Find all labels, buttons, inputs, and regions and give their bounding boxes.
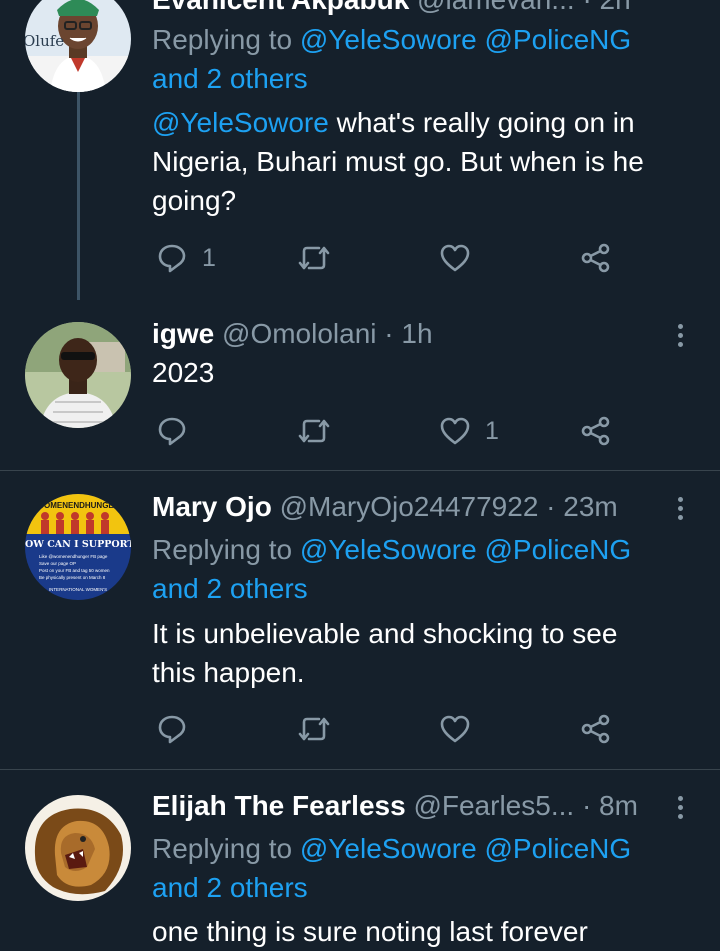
- like-button[interactable]: [439, 238, 485, 278]
- retweet-button[interactable]: [297, 709, 331, 749]
- replying-to: Replying to @YeleSowore @PoliceNG and 2 …: [152, 20, 680, 98]
- share-icon: [581, 714, 610, 744]
- tweet-3[interactable]: WOMENENDHUNGER HOW CAN I SUPPORT? Like @…: [0, 471, 720, 769]
- avatar[interactable]: WOMENENDHUNGER HOW CAN I SUPPORT? Like @…: [25, 494, 131, 600]
- replying-prefix: Replying to: [152, 534, 293, 565]
- share-icon: [581, 416, 610, 446]
- tweet-1[interactable]: Olufe Evanicent Akpabuk @iamevan... · 2h…: [0, 0, 720, 300]
- like-button[interactable]: 1: [439, 411, 499, 451]
- body-line: 2023: [152, 357, 215, 388]
- reply-button[interactable]: [156, 709, 202, 749]
- replying-to: Replying to @YeleSowore @PoliceNG and 2 …: [152, 829, 680, 907]
- timestamp: 1h: [401, 318, 433, 349]
- user-handle[interactable]: @iamevan...: [417, 0, 575, 15]
- user-handle[interactable]: @Fearles5...: [413, 790, 574, 821]
- separator-dot: ·: [582, 0, 599, 15]
- tweet-text: It is unbelievable and shocking to see t…: [152, 614, 680, 692]
- share-button[interactable]: [580, 709, 612, 749]
- replying-prefix: Replying to: [152, 24, 293, 55]
- body-line: It is unbelievable and shocking to see: [152, 618, 618, 649]
- display-name[interactable]: Mary Ojo: [152, 491, 272, 522]
- like-icon: [440, 244, 470, 272]
- display-name[interactable]: Elijah The Fearless: [152, 790, 406, 821]
- avatar-footer: INTERNATIONAL WOMEN'S: [49, 587, 107, 592]
- timestamp: 23m: [563, 491, 618, 522]
- replying-others[interactable]: and 2 others: [152, 63, 308, 94]
- avatar[interactable]: [25, 795, 131, 901]
- like-button[interactable]: [439, 709, 485, 749]
- body-line: one thing is sure noting last forever: [152, 916, 588, 947]
- avatar-item: Post on your FB and tag 50 women: [39, 568, 110, 573]
- tweet-header: igwe @Omololani · 1h: [152, 316, 660, 352]
- share-button[interactable]: [580, 411, 612, 451]
- tweet-actions: 1: [152, 238, 632, 278]
- body-line: what's really going on in: [328, 107, 635, 138]
- more-icon[interactable]: [672, 0, 688, 18]
- avatar-item: Save our page OP: [39, 561, 76, 566]
- avatar-watermark: Olufe: [25, 32, 65, 50]
- body-line: this happen.: [152, 657, 305, 688]
- tweet-header: Elijah The Fearless @Fearles5... · 8m: [152, 788, 660, 824]
- reply-icon: [158, 715, 186, 744]
- replying-mentions[interactable]: @YeleSowore @PoliceNG: [300, 833, 631, 864]
- display-name[interactable]: igwe: [152, 318, 214, 349]
- retweet-icon: [298, 717, 330, 741]
- user-handle[interactable]: @Omololani: [222, 318, 376, 349]
- more-icon[interactable]: [672, 320, 688, 352]
- body-line: Nigeria, Buhari must go. But when is he: [152, 146, 644, 177]
- tweet-text: @YeleSowore what's really going on in Ni…: [152, 103, 680, 220]
- retweet-icon: [298, 246, 330, 270]
- separator-dot: ·: [384, 318, 402, 349]
- replying-others[interactable]: and 2 others: [152, 872, 308, 903]
- separator-dot: ·: [546, 491, 564, 522]
- reply-icon: [158, 244, 186, 273]
- more-icon[interactable]: [672, 792, 688, 824]
- body-mention[interactable]: @YeleSowore: [152, 107, 329, 138]
- tweet-actions: 1: [152, 411, 632, 451]
- avatar-title: HOW CAN I SUPPORT?: [25, 539, 131, 550]
- display-name[interactable]: Evanicent Akpabuk: [152, 0, 409, 15]
- share-button[interactable]: [580, 238, 612, 278]
- replying-prefix: Replying to: [152, 833, 293, 864]
- reply-button[interactable]: [156, 411, 202, 451]
- avatar-banner: WOMENENDHUNGER: [36, 501, 119, 510]
- separator-dot: ·: [581, 790, 600, 821]
- avatar[interactable]: [25, 322, 131, 428]
- retweet-button[interactable]: [297, 238, 331, 278]
- avatar-item: Like @womenendhunger FB page: [39, 554, 108, 559]
- timestamp: 2h: [600, 0, 631, 15]
- retweet-icon: [298, 419, 330, 443]
- user-handle[interactable]: @MaryOjo24477922: [280, 491, 539, 522]
- like-icon: [440, 715, 470, 743]
- reply-count: 1: [202, 243, 216, 272]
- tweet-header: Evanicent Akpabuk @iamevan... · 2h: [152, 0, 660, 18]
- replying-others[interactable]: and 2 others: [152, 573, 308, 604]
- tweet-header: Mary Ojo @MaryOjo24477922 · 23m: [152, 489, 660, 525]
- avatar-item: Be physically present on March 8: [39, 575, 106, 580]
- like-count: 1: [485, 416, 499, 445]
- more-icon[interactable]: [672, 493, 688, 525]
- tweet-4[interactable]: Elijah The Fearless @Fearles5... · 8m Re…: [0, 770, 720, 947]
- avatar[interactable]: Olufe: [25, 0, 131, 92]
- reply-button[interactable]: 1: [156, 238, 216, 278]
- replying-mentions[interactable]: @YeleSowore @PoliceNG: [300, 534, 631, 565]
- replying-mentions[interactable]: @YeleSowore @PoliceNG: [300, 24, 631, 55]
- reply-icon: [158, 417, 186, 446]
- tweet-text: 2023: [152, 353, 680, 392]
- replying-to: Replying to @YeleSowore @PoliceNG and 2 …: [152, 530, 680, 608]
- retweet-button[interactable]: [297, 411, 331, 451]
- tweet-actions: [152, 709, 632, 749]
- body-line: going?: [152, 185, 237, 216]
- tweet-text: one thing is sure noting last forever: [152, 912, 680, 951]
- tweet-2[interactable]: igwe @Omololani · 1h 2023 1: [0, 300, 720, 470]
- timestamp: 8m: [599, 790, 638, 821]
- share-icon: [581, 243, 610, 273]
- like-icon: [440, 417, 470, 445]
